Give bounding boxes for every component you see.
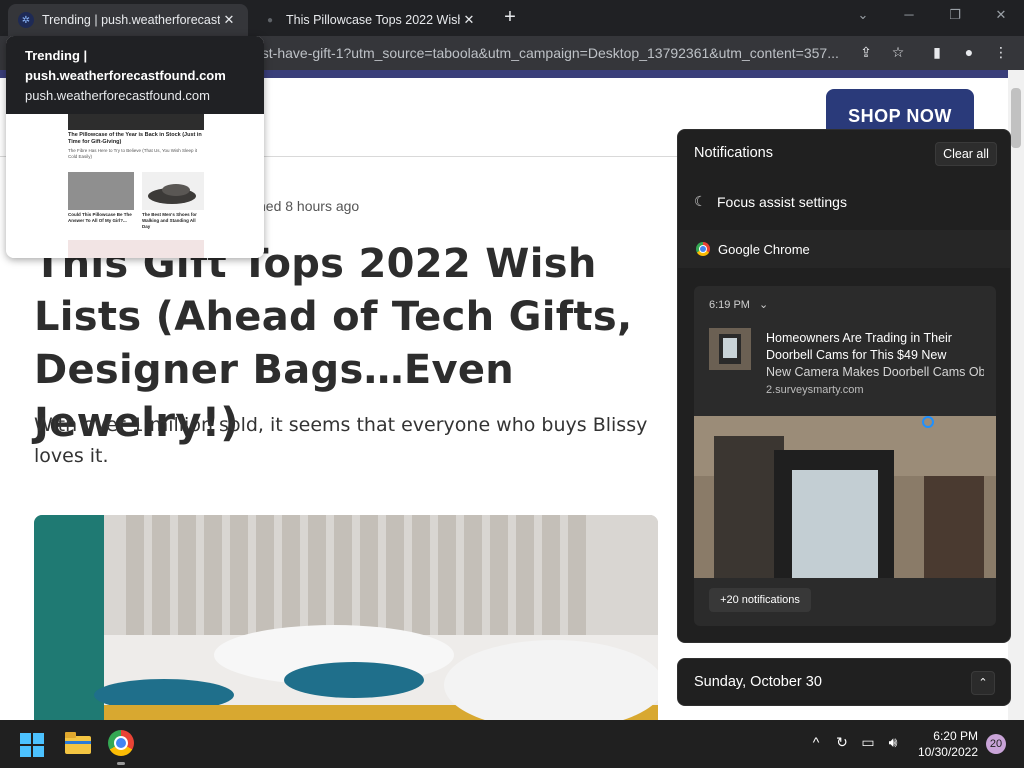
- published-time: hed 8 hours ago: [258, 198, 360, 214]
- scroll-thumb[interactable]: [1011, 88, 1021, 148]
- volume-icon[interactable]: 🔊︎: [883, 734, 903, 751]
- bookmark-star-icon[interactable]: ☆: [887, 41, 909, 63]
- tab-title: Trending | push.weatherforecastf: [42, 13, 220, 27]
- app-group-header[interactable]: Google Chrome: [678, 230, 1010, 268]
- chevron-down-icon: ⌄: [759, 299, 769, 311]
- moon-icon: ☾: [694, 193, 707, 209]
- preview-article-1-title: The Pillowcase of the Year is Back in St…: [68, 132, 202, 145]
- close-tab-icon[interactable]: ✕: [220, 12, 238, 28]
- preview-article-1-sub: The Fibre Has Here to Try to Believe (Th…: [68, 148, 198, 159]
- tab-title: This Pillowcase Tops 2022 Wish L: [286, 13, 460, 27]
- running-indicator: [117, 762, 125, 765]
- notification-text: Homeowners Are Trading in Their Doorbell…: [766, 330, 984, 381]
- preview-image-1: [68, 114, 204, 130]
- restore-button[interactable]: ❐: [932, 0, 978, 30]
- loading-cursor-icon: [922, 416, 934, 428]
- clock-date: 10/30/2022: [917, 745, 978, 759]
- hover-card-title-2: push.weatherforecastfound.com: [25, 68, 226, 83]
- hover-card-domain: push.weatherforecastfound.com: [25, 88, 210, 103]
- notifications-title: Notifications: [694, 145, 773, 161]
- clock-time: 6:20 PM: [933, 729, 978, 743]
- notification-image: [694, 416, 996, 578]
- notification-count-badge[interactable]: 20: [986, 734, 1006, 754]
- article-subhead: With over 1 million sold, it seems that …: [34, 414, 648, 467]
- chrome-taskbar-icon[interactable]: [108, 730, 134, 756]
- hover-card-preview: The Pillowcase of the Year is Back in St…: [6, 114, 264, 258]
- preview-article-2-title: Could This Pillowcase Be The Answer To A…: [68, 212, 132, 223]
- chrome-icon: [696, 242, 710, 256]
- menu-icon[interactable]: ⋮: [990, 41, 1012, 63]
- sync-alert-icon[interactable]: ↻: [832, 734, 852, 751]
- tab-search-icon[interactable]: ⌄: [840, 0, 886, 30]
- new-tab-button[interactable]: +: [498, 6, 522, 30]
- focus-assist-link[interactable]: ☾ Focus assist settings: [694, 193, 847, 210]
- focus-assist-label: Focus assist settings: [717, 193, 847, 210]
- share-icon[interactable]: ⇪: [855, 41, 877, 63]
- calendar-date: Sunday, October 30: [694, 674, 822, 690]
- preview-image-2: [68, 172, 134, 210]
- gear-favicon-icon: ✲: [18, 12, 34, 28]
- windows-start-icon[interactable]: [20, 733, 44, 757]
- notification-body: New Camera Makes Doorbell Cams Obsolete: [766, 365, 984, 379]
- notification-thumbnail: [709, 328, 751, 370]
- preview-article-3-title: The Best Men's Shoes for Walking and Sta…: [142, 212, 197, 229]
- hover-card-header: Trending | push.weatherforecastfound.com…: [6, 36, 264, 114]
- close-tab-icon[interactable]: ✕: [460, 12, 478, 28]
- chevron-up-icon[interactable]: ⌃: [971, 671, 995, 695]
- preview-image-4: [68, 240, 204, 258]
- system-clock[interactable]: 6:20 PM 10/30/2022: [912, 728, 978, 760]
- clear-all-button[interactable]: Clear all: [935, 142, 997, 166]
- more-notifications-button[interactable]: +20 notifications: [709, 588, 811, 612]
- preview-image-3: [142, 172, 204, 210]
- tab-hover-card: Trending | push.weatherforecastfound.com…: [6, 36, 264, 258]
- page-favicon-icon: ●: [266, 14, 274, 26]
- notification-domain: 2.surveysmarty.com: [766, 384, 864, 396]
- tab-strip: ✲ Trending | push.weatherforecastf ✕ ● T…: [0, 0, 1024, 36]
- taskbar: ^ ↻ ▭ 🔊︎ 6:20 PM 10/30/2022 20: [0, 720, 1024, 768]
- file-explorer-icon[interactable]: [65, 732, 91, 754]
- side-panel-icon[interactable]: ▮: [926, 41, 948, 63]
- close-window-button[interactable]: ✕: [978, 0, 1024, 30]
- calendar-bar: Sunday, October 30 ⌃: [677, 658, 1011, 706]
- notification-time[interactable]: 6:19 PM ⌄: [709, 298, 768, 311]
- chevron-up-tray-icon[interactable]: ^: [806, 734, 826, 750]
- app-name: Google Chrome: [718, 241, 810, 257]
- address-bar[interactable]: ust-have-gift-1?utm_source=taboola&utm_c…: [230, 40, 882, 66]
- notification-headline: Homeowners Are Trading in Their Doorbell…: [766, 331, 952, 362]
- notification-card[interactable]: 6:19 PM ⌄ Homeowners Are Trading in Thei…: [694, 286, 996, 626]
- tab-pillowcase[interactable]: ● This Pillowcase Tops 2022 Wish L ✕: [252, 4, 488, 36]
- profile-icon[interactable]: ●: [958, 41, 980, 63]
- notification-center: Notifications Clear all ☾ Focus assist s…: [677, 129, 1011, 643]
- hero-image: [34, 515, 658, 720]
- tab-trending[interactable]: ✲ Trending | push.weatherforecastf ✕: [8, 4, 248, 36]
- hover-card-title-1: Trending |: [25, 48, 88, 63]
- minimize-button[interactable]: ─: [886, 0, 932, 30]
- network-icon[interactable]: ▭: [858, 734, 878, 751]
